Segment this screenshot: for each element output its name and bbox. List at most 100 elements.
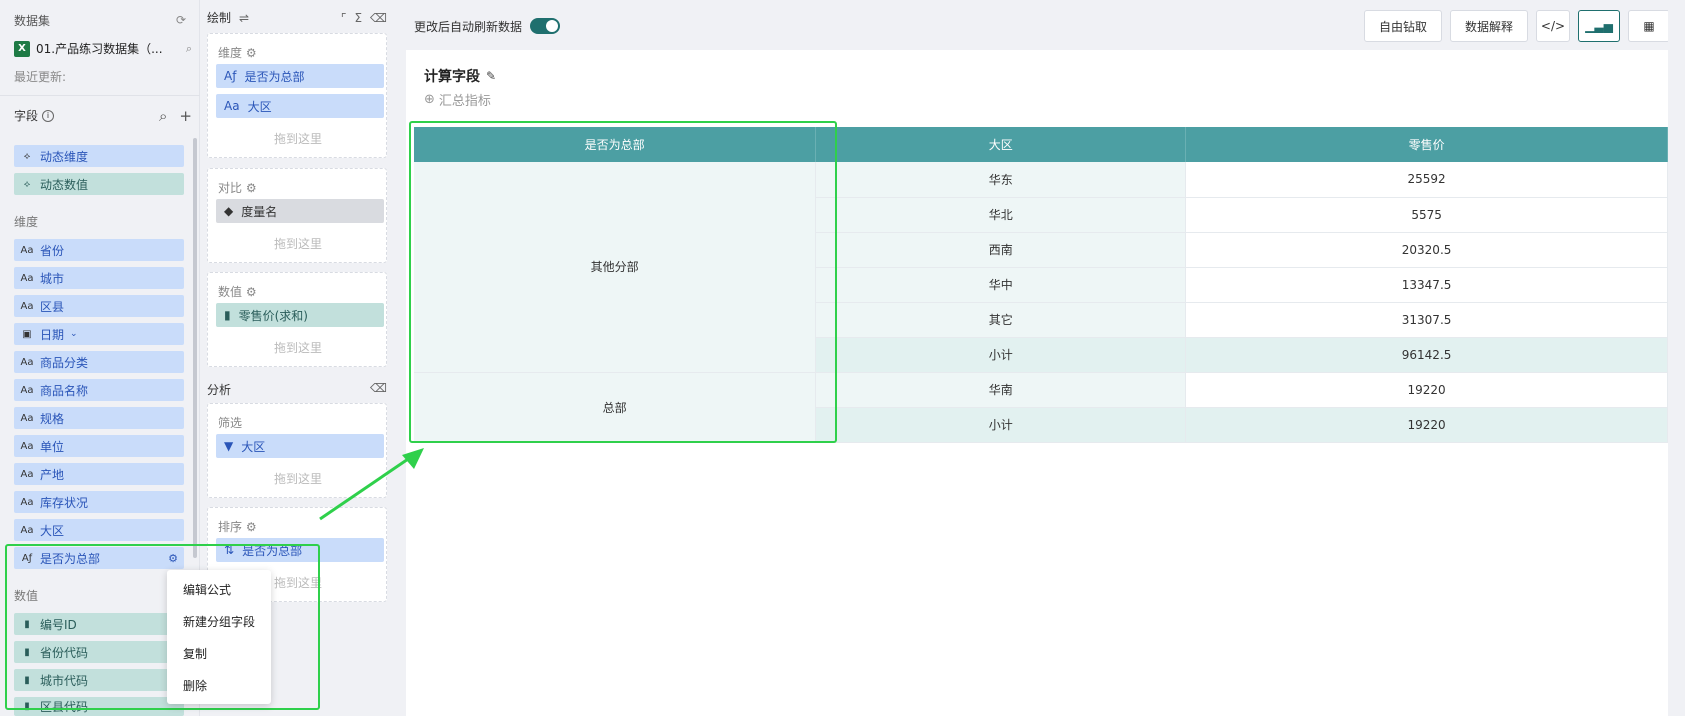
filter-box[interactable]: 筛选 ▼ 大区 拖到这里: [207, 403, 387, 498]
value-pill[interactable]: ▮ 零售价(求和): [216, 303, 384, 327]
field-label: 库存状况: [40, 495, 89, 510]
bar-chart-icon: ▮: [24, 646, 30, 658]
context-menu: 编辑公式 新建分组字段 复制 删除: [167, 570, 271, 704]
table-cell: 西南: [815, 232, 1187, 268]
field-label: 规格: [40, 411, 65, 426]
filter-pill[interactable]: ▼ 大区: [216, 434, 384, 458]
bar-chart-icon: ▮: [24, 618, 30, 630]
drop-hint: 拖到这里: [273, 132, 322, 146]
search-icon[interactable]: ⌕: [159, 108, 167, 123]
date-type-icon: ▣: [22, 328, 32, 340]
drop-hint: 拖到这里: [273, 237, 322, 251]
edit-icon[interactable]: ✎: [486, 69, 496, 83]
table-cell: 华中: [815, 267, 1187, 303]
corner-icon[interactable]: ⌜: [341, 11, 347, 25]
canvas: 计算字段 ✎ ⊕ 汇总指标 是否为总部 大区 零售价 其他分部 华东 25592…: [406, 50, 1668, 716]
table-cell: 31307.5: [1185, 302, 1668, 338]
analysis-label: 分析: [207, 383, 232, 397]
gear-icon[interactable]: ⚙: [168, 552, 178, 565]
field-dynamic-measure[interactable]: ⟡ 动态数值: [14, 173, 184, 195]
dimension-pill[interactable]: Aƒ 是否为总部: [216, 64, 384, 88]
field-dynamic-dimension[interactable]: ⟡ 动态维度: [14, 145, 184, 167]
menu-edit-formula[interactable]: 编辑公式: [167, 573, 271, 605]
last-updated: 最近更新:: [14, 70, 67, 84]
field-item[interactable]: Aa 商品分类: [14, 351, 184, 373]
scrollbar[interactable]: [193, 138, 197, 558]
field-item-calculated[interactable]: Aƒ 是否为总部 ⚙: [14, 547, 184, 569]
dataset-row[interactable]: X 01.产品练习数据集（... ⌕: [14, 40, 192, 57]
field-item[interactable]: Aa 大区: [14, 519, 184, 541]
compare-pill[interactable]: ◆ 度量名: [216, 199, 384, 223]
add-icon[interactable]: +: [179, 108, 192, 123]
compare-box[interactable]: 对比 ⚙ ◆ 度量名 拖到这里: [207, 168, 387, 263]
box-label: 对比 ⚙: [218, 181, 257, 195]
auto-refresh-toggle[interactable]: [530, 18, 561, 34]
drop-hint: 拖到这里: [273, 472, 322, 486]
code-icon[interactable]: </>: [1536, 10, 1570, 42]
menu-copy[interactable]: 复制: [167, 637, 271, 669]
info-icon[interactable]: i: [42, 109, 55, 122]
calc-title-text: 计算字段: [424, 69, 480, 85]
settings-sliders-icon[interactable]: ⇌: [239, 11, 249, 25]
field-item[interactable]: ▮ 省份代码: [14, 641, 184, 663]
pill-label: 大区: [241, 439, 266, 454]
chart-view-icon[interactable]: ▁▃▅: [1578, 10, 1620, 42]
pill-label: 是否为总部: [242, 543, 303, 558]
box-label: 筛选: [218, 416, 243, 430]
eraser-icon[interactable]: ⌫: [370, 11, 387, 25]
field-item[interactable]: Aa 区县: [14, 295, 184, 317]
divider: [0, 95, 200, 96]
menu-delete[interactable]: 删除: [167, 669, 271, 701]
table-cell: 5575: [1185, 197, 1668, 233]
summary-metric[interactable]: ⊕ 汇总指标: [424, 90, 491, 109]
field-item[interactable]: ▮ 区县代码: [14, 697, 184, 716]
text-type-icon: Aa: [20, 356, 34, 368]
text-type-icon: Aa: [20, 384, 34, 396]
filter-icon: ▼: [224, 439, 234, 453]
sort-pill[interactable]: ⇅ 是否为总部: [216, 538, 384, 562]
eraser-icon[interactable]: ⌫: [370, 381, 387, 398]
field-item[interactable]: Aa 库存状况: [14, 491, 184, 513]
column-header[interactable]: 大区: [815, 127, 1187, 162]
field-item[interactable]: Aa 规格: [14, 407, 184, 429]
pivot-table: 是否为总部 大区 零售价 其他分部 华东 25592 华北 5575 西南 20…: [414, 127, 1668, 443]
column-header[interactable]: 零售价: [1185, 127, 1668, 162]
field-item[interactable]: ▮ 城市代码: [14, 669, 184, 691]
column-header[interactable]: 是否为总部: [414, 127, 817, 162]
field-item-date[interactable]: ▣ 日期 ⌄: [14, 323, 184, 345]
table-cell: 小计: [815, 337, 1187, 373]
table-view-icon[interactable]: ▦: [1628, 10, 1670, 42]
explain-button[interactable]: 数据解释: [1449, 10, 1528, 42]
dimension-section-label: 维度: [14, 215, 39, 229]
field-item[interactable]: Aa 城市: [14, 267, 184, 289]
field-item[interactable]: Aa 商品名称: [14, 379, 184, 401]
field-item[interactable]: Aa 单位: [14, 435, 184, 457]
analysis-header: 分析 ⌫: [207, 381, 387, 398]
field-label: 区县: [40, 299, 65, 314]
menu-new-group-field[interactable]: 新建分组字段: [167, 605, 271, 637]
sigma-icon[interactable]: Σ: [354, 11, 362, 25]
chevron-down-icon[interactable]: ⌄: [70, 329, 78, 339]
bar-chart-icon: ▮: [24, 701, 30, 712]
value-box[interactable]: 数值 ⚙ ▮ 零售价(求和) 拖到这里: [207, 272, 387, 367]
group-cell: 其他分部: [414, 162, 817, 373]
field-item[interactable]: ▮ 编号ID: [14, 613, 184, 635]
fields-header: 字段 i ⌕ +: [14, 107, 192, 124]
preview-icon[interactable]: ⌕: [186, 42, 192, 56]
field-label: 编号ID: [40, 617, 77, 632]
dimension-box[interactable]: 维度 ⚙ Aƒ 是否为总部 Aa 大区 拖到这里: [207, 33, 387, 158]
drill-button[interactable]: 自由钻取: [1363, 10, 1442, 42]
summary-label: 汇总指标: [438, 94, 491, 109]
tag-icon: ◆: [224, 204, 234, 218]
dimension-pill[interactable]: Aa 大区: [216, 94, 384, 118]
fields-label: 字段: [14, 109, 39, 123]
sync-icon[interactable]: ⟳: [176, 13, 186, 27]
table-cell: 13347.5: [1185, 267, 1668, 303]
auto-refresh-label: 更改后自动刷新数据: [414, 19, 523, 34]
table-cell: 96142.5: [1185, 337, 1668, 373]
field-item[interactable]: Aa 省份: [14, 239, 184, 261]
draw-header: 绘制 ⇌ ⌜ Σ ⌫: [207, 9, 387, 26]
field-item[interactable]: Aa 产地: [14, 463, 184, 485]
table-cell: 19220: [1185, 372, 1668, 408]
main-area: 更改后自动刷新数据 自由钻取 数据解释 </> ▁▃▅ ▦ 计算字段 ✎ ⊕ 汇…: [406, 0, 1685, 716]
